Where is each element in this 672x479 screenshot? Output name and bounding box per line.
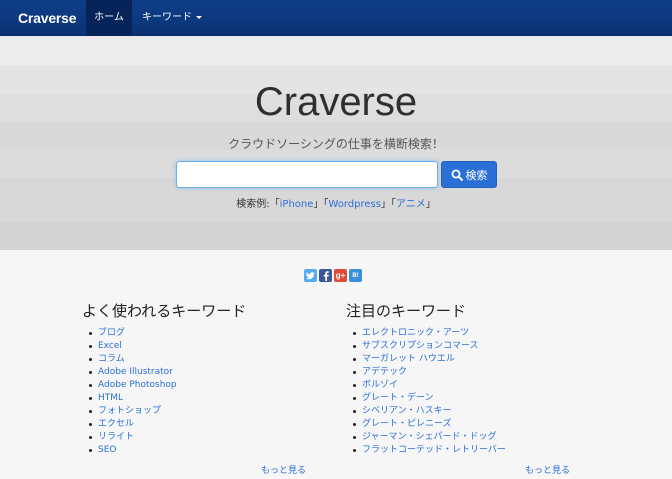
- list-item: ボルゾイ: [353, 379, 606, 392]
- hero-subtitle: クラウドソーシングの仕事を横断検索！: [228, 137, 444, 151]
- featured-more-link[interactable]: もっと見る: [525, 463, 570, 476]
- list-item: グレート・ピレニーズ: [353, 418, 606, 431]
- list-item: シベリアン・ハスキー: [353, 405, 606, 418]
- search-examples: 検索例:「iPhone」「Wordpress」「アニメ」: [236, 199, 436, 210]
- list-item: ジャーマン・シェパード・ドッグ: [353, 431, 606, 444]
- caret-down-icon: [196, 15, 202, 19]
- list-item: フォトショップ: [89, 405, 342, 418]
- keyword-link[interactable]: グレート・ピレニーズ: [362, 419, 452, 429]
- example-link[interactable]: アニメ: [396, 199, 426, 210]
- keyword-link[interactable]: ボルゾイ: [362, 380, 398, 390]
- keyword-link[interactable]: アデテック: [362, 367, 407, 377]
- keyword-link[interactable]: Adobe Photoshop: [98, 380, 177, 390]
- nav-home[interactable]: ホーム: [86, 0, 132, 36]
- keyword-link[interactable]: Excel: [98, 341, 122, 351]
- featured-keywords-heading: 注目のキーワード: [346, 302, 467, 320]
- list-item: リライト: [89, 431, 342, 444]
- hero-section: Craverse クラウドソーシングの仕事を横断検索！ 検索 検索例:「iPho…: [0, 36, 672, 250]
- hero-title: Craverse: [254, 80, 418, 124]
- keyword-link[interactable]: Adobe Illustrator: [98, 367, 173, 377]
- list-item: SEO: [89, 444, 342, 457]
- keyword-link[interactable]: リライト: [98, 432, 134, 442]
- keyword-link[interactable]: フラットコーテッド・レトリーバー: [362, 445, 506, 455]
- facebook-icon[interactable]: [319, 269, 332, 282]
- example-link[interactable]: Wordpress: [328, 199, 381, 210]
- google-plus-icon[interactable]: g+: [334, 269, 347, 282]
- nav-keyword-dropdown[interactable]: キーワード: [142, 0, 202, 36]
- keyword-link[interactable]: コラム: [98, 354, 125, 364]
- popular-keywords-heading: よく使われるキーワード: [82, 302, 247, 320]
- list-item: Excel: [89, 340, 342, 353]
- brand-link[interactable]: Craverse: [18, 0, 77, 36]
- list-item: フラットコーテッド・レトリーバー: [353, 444, 606, 457]
- search-icon: [451, 169, 463, 181]
- keyword-link[interactable]: シベリアン・ハスキー: [362, 406, 452, 416]
- keyword-link[interactable]: エクセル: [98, 419, 134, 429]
- featured-keywords-section: 注目のキーワード エレクトロニック・アーツ サブスクリプションコマース マーガレ…: [346, 300, 606, 457]
- list-item: アデテック: [353, 366, 606, 379]
- list-item: Adobe Illustrator: [89, 366, 342, 379]
- keyword-link[interactable]: フォトショップ: [98, 406, 161, 416]
- keyword-link[interactable]: グレート・デーン: [362, 393, 434, 403]
- list-item: エレクトロニック・アーツ: [353, 327, 606, 340]
- list-item: Adobe Photoshop: [89, 379, 342, 392]
- hatena-bookmark-icon[interactable]: B!: [349, 269, 362, 282]
- list-item: コラム: [89, 353, 342, 366]
- social-share: g+ B!: [304, 269, 362, 283]
- keyword-link[interactable]: エレクトロニック・アーツ: [362, 328, 469, 338]
- popular-more-link[interactable]: もっと見る: [261, 463, 306, 476]
- nav-keyword-label: キーワード: [142, 12, 192, 23]
- list-item: サブスクリプションコマース: [353, 340, 606, 353]
- list-item: マーガレット ハウエル: [353, 353, 606, 366]
- search-input[interactable]: [176, 161, 438, 188]
- examples-prefix: 検索例:: [236, 199, 270, 210]
- popular-keywords-list: ブログ Excel コラム Adobe Illustrator Adobe Ph…: [82, 327, 342, 457]
- list-item: HTML: [89, 392, 342, 405]
- popular-keywords-section: よく使われるキーワード ブログ Excel コラム Adobe Illustra…: [82, 300, 342, 457]
- list-item: エクセル: [89, 418, 342, 431]
- keyword-link[interactable]: ブログ: [98, 328, 125, 338]
- keyword-link[interactable]: マーガレット ハウエル: [362, 354, 455, 364]
- example-link[interactable]: iPhone: [280, 199, 314, 210]
- featured-keywords-list: エレクトロニック・アーツ サブスクリプションコマース マーガレット ハウエル ア…: [346, 327, 606, 457]
- search-button[interactable]: 検索: [441, 161, 497, 188]
- navbar: Craverse ホーム キーワード: [0, 0, 672, 36]
- keyword-link[interactable]: SEO: [98, 445, 116, 455]
- keyword-link[interactable]: サブスクリプションコマース: [362, 341, 479, 351]
- list-item: グレート・デーン: [353, 392, 606, 405]
- twitter-icon[interactable]: [304, 269, 317, 282]
- keyword-link[interactable]: ジャーマン・シェパード・ドッグ: [362, 432, 497, 442]
- keyword-link[interactable]: HTML: [98, 393, 123, 403]
- search-button-label: 検索: [465, 169, 488, 182]
- list-item: ブログ: [89, 327, 342, 340]
